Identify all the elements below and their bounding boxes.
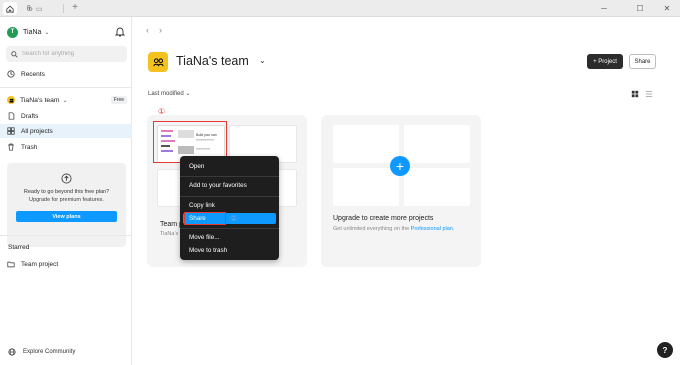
clock-icon [7, 70, 15, 78]
menu-divider [180, 196, 279, 197]
folder-icon [7, 260, 15, 268]
history-nav: ‹ › [146, 25, 162, 35]
explore-label: Explore Community [23, 349, 76, 355]
menu-item-move-to-trash[interactable]: Move to trash [183, 245, 276, 256]
figma-icon [27, 4, 33, 11]
upgrade-text: Get unlimited everything on the [333, 226, 411, 232]
sidebar-item-label: Recents [21, 70, 45, 78]
starred-heading: Starred [8, 244, 30, 251]
placeholder-thumb [333, 125, 399, 163]
trash-icon [7, 143, 15, 151]
annotation-step-1: ① [158, 107, 166, 116]
page-title: TiaNa's team [176, 54, 249, 68]
home-icon [6, 5, 14, 13]
annotation-highlight-share [184, 212, 226, 225]
starred-item-team-project[interactable]: Team project [0, 257, 132, 271]
sidebar-item-label: All projects [21, 127, 53, 135]
sidebar: T TiaNa ⌄ Recents TiaNa's team ⌄ Free Dr… [0, 17, 132, 365]
sort-label: Last modified [148, 91, 184, 97]
menu-divider [180, 228, 279, 229]
upgrade-title: Upgrade to create more projects [333, 215, 434, 222]
menu-item-add-favorites[interactable]: Add to your favorites [183, 180, 276, 191]
chevron-down-icon: ⌄ [62, 97, 68, 104]
grid-view-icon[interactable] [631, 90, 639, 98]
file-icon [7, 112, 15, 120]
minimize-button[interactable]: ─ [591, 0, 617, 17]
share-button[interactable]: Share [629, 54, 656, 69]
user-name: TiaNa [23, 28, 42, 36]
bell-icon[interactable] [115, 26, 125, 37]
add-project-icon[interactable]: + [390, 156, 410, 176]
promo-subtext: Upgrade for premium features. [29, 197, 104, 203]
team-name: TiaNa's team [20, 96, 60, 104]
team-icon [7, 96, 15, 104]
sidebar-item-label: Trash [21, 143, 38, 151]
main-content: ‹ › TiaNa's team ⌄ + Project Share Last … [132, 17, 680, 365]
sidebar-item-all-projects[interactable]: All projects [0, 124, 132, 138]
divider [0, 235, 132, 236]
team-switcher[interactable]: TiaNa's team ⌄ Free [0, 93, 132, 107]
upgrade-subtitle: Get unlimited everything on the Professi… [333, 226, 483, 232]
context-menu: Open Add to your favorites Copy link Sha… [180, 156, 279, 260]
sort-dropdown[interactable]: Last modified ⌄ [148, 90, 190, 97]
chevron-down-icon[interactable]: ⌄ [259, 56, 266, 65]
tab-dots-icon: ▭ [36, 5, 43, 13]
team-avatar-icon [148, 52, 168, 72]
file-tab[interactable]: ▭ [22, 2, 62, 15]
list-view-icon[interactable] [645, 90, 653, 98]
explore-community-link[interactable]: Explore Community [8, 348, 75, 356]
globe-icon [8, 348, 16, 356]
plan-badge: Free [110, 96, 127, 104]
home-tab[interactable] [3, 2, 17, 15]
search-icon [11, 50, 18, 58]
chevron-down-icon: ⌄ [185, 91, 191, 97]
forward-arrow-icon[interactable]: › [159, 25, 162, 35]
help-button[interactable]: ? [657, 342, 673, 358]
account-switcher[interactable]: T TiaNa ⌄ [7, 25, 127, 39]
annotation-step-2: ② [230, 214, 238, 223]
sidebar-item-trash[interactable]: Trash [0, 140, 132, 154]
professional-plan-link[interactable]: Professional plan [411, 226, 453, 232]
upgrade-text-end: . [452, 226, 455, 232]
menu-item-open[interactable]: Open [183, 161, 276, 172]
starred-item-label: Team project [21, 260, 59, 268]
chevron-down-icon: ⌄ [44, 29, 50, 36]
project-subtitle: TiaNa's [160, 231, 179, 237]
menu-item-move-file[interactable]: Move file... [183, 232, 276, 243]
grid-icon [7, 127, 15, 135]
menu-divider [180, 176, 279, 177]
divider [0, 87, 132, 88]
search-bar[interactable] [6, 46, 127, 62]
placeholder-thumb [333, 168, 399, 206]
arrow-up-circle-icon [61, 173, 72, 184]
view-plans-button[interactable]: View plans [16, 211, 117, 222]
sidebar-item-drafts[interactable]: Drafts [0, 109, 132, 123]
back-arrow-icon[interactable]: ‹ [146, 25, 149, 35]
sidebar-item-recents[interactable]: Recents [0, 67, 132, 81]
search-input[interactable] [22, 51, 122, 57]
promo-text: Ready to go beyond this free plan? [23, 189, 110, 195]
tab-divider [63, 4, 64, 13]
sidebar-item-label: Drafts [21, 112, 39, 120]
maximize-button[interactable]: ☐ [627, 0, 653, 17]
avatar: T [7, 26, 18, 38]
placeholder-thumb [404, 168, 470, 206]
menu-item-copy-link[interactable]: Copy link [183, 200, 276, 211]
new-project-button[interactable]: + Project [587, 54, 623, 69]
new-tab-button[interactable]: + [69, 2, 81, 15]
title-bar: ▭ + ─ ☐ ✕ [0, 0, 680, 17]
upgrade-card[interactable]: + Upgrade to create more projects Get un… [321, 115, 481, 267]
close-button[interactable]: ✕ [654, 0, 680, 17]
placeholder-thumb [404, 125, 470, 163]
